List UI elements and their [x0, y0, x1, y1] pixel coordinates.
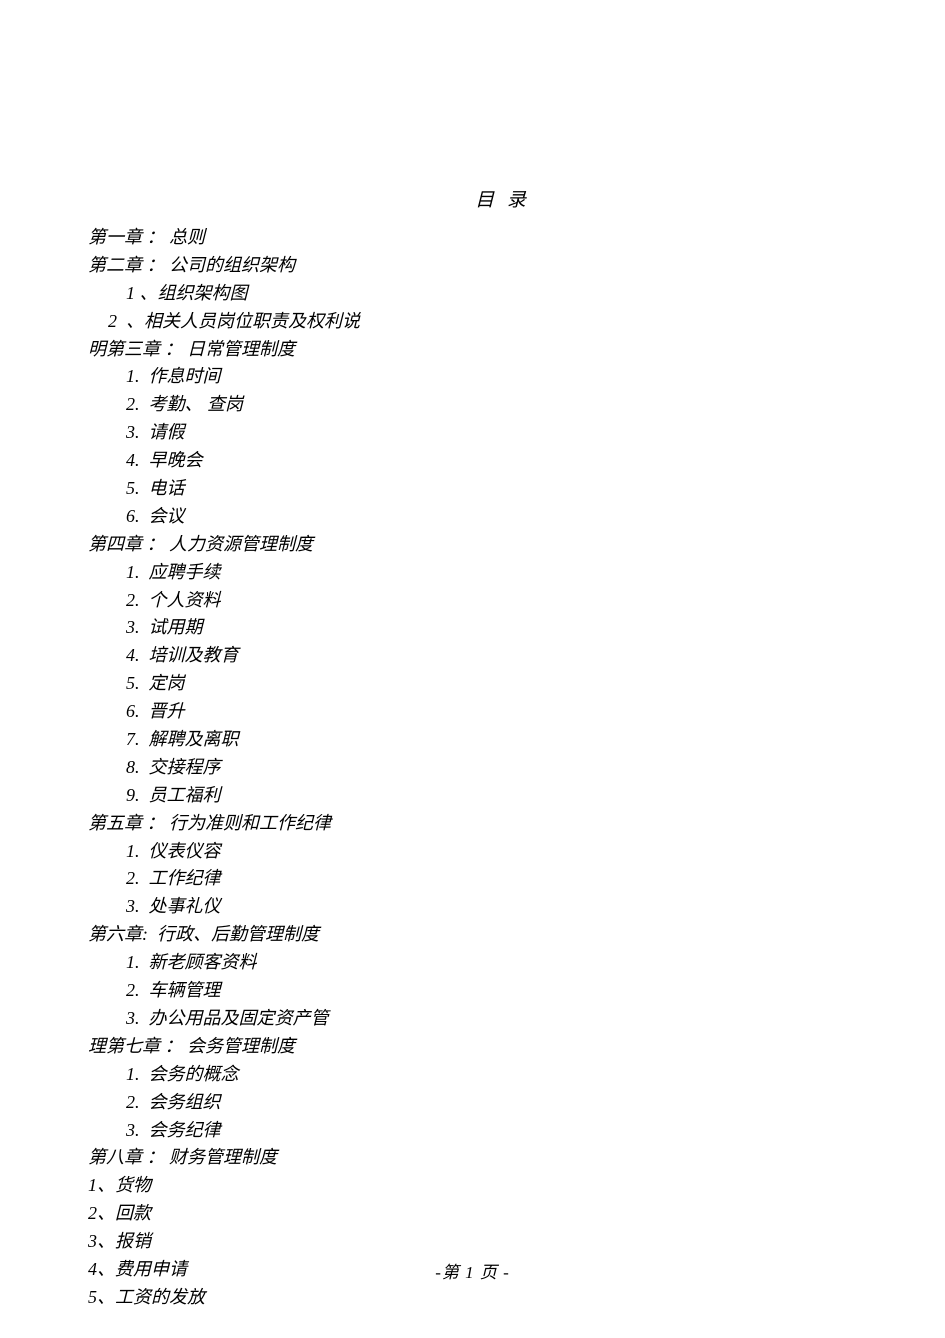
toc-line: 1. 会务的概念	[88, 1061, 945, 1089]
toc-line: 5. 定岗	[88, 670, 945, 698]
toc-line: 2. 车辆管理	[88, 977, 945, 1005]
toc-line: 4. 早晚会	[88, 447, 945, 475]
toc-line: 第八章 ： 财务管理制度	[88, 1144, 945, 1172]
toc-line: 1. 作息时间	[88, 363, 945, 391]
toc-line: 1. 应聘手续	[88, 559, 945, 587]
toc-line: 2. 工作纪律	[88, 865, 945, 893]
toc-line: 2. 个人资料	[88, 587, 945, 615]
toc-line: 4. 培训及教育	[88, 642, 945, 670]
toc-line: 第二章 ： 公司的组织架构	[88, 252, 945, 280]
toc-line: 3. 试用期	[88, 614, 945, 642]
toc-line: 1. 仪表仪容	[88, 838, 945, 866]
toc-line: 明第三章 ： 日常管理制度	[88, 336, 945, 364]
page-footer: -第 1 页 -	[0, 1258, 945, 1283]
toc-line: 3. 请假	[88, 419, 945, 447]
toc-line: 3、报销	[88, 1228, 945, 1256]
toc-line: 2. 会务组织	[88, 1089, 945, 1117]
toc-content: 第一章 ： 总则第二章 ： 公司的组织架构1 、组织架构图2 、相关人员岗位职责…	[0, 224, 945, 1312]
toc-line: 9. 员工福利	[88, 782, 945, 810]
toc-line: 第五章 ： 行为准则和工作纪律	[88, 810, 945, 838]
toc-line: 8. 交接程序	[88, 754, 945, 782]
toc-line: 第一章 ： 总则	[88, 224, 945, 252]
toc-line: 6. 会议	[88, 503, 945, 531]
toc-line: 3. 会务纪律	[88, 1117, 945, 1145]
toc-line: 5. 电话	[88, 475, 945, 503]
toc-line: 3. 办公用品及固定资产管	[88, 1005, 945, 1033]
toc-line: 第四章 ： 人力资源管理制度	[88, 531, 945, 559]
toc-line: 理第七章 ： 会务管理制度	[88, 1033, 945, 1061]
toc-line: 3. 处事礼仪	[88, 893, 945, 921]
toc-title: 目 录	[0, 185, 945, 212]
toc-line: 5、工资的发放	[88, 1284, 945, 1312]
toc-line: 1. 新老顾客资料	[88, 949, 945, 977]
toc-line: 2、回款	[88, 1200, 945, 1228]
toc-line: 1、货物	[88, 1172, 945, 1200]
toc-line: 第六章: 行政、后勤管理制度	[88, 921, 945, 949]
toc-line: 6. 晋升	[88, 698, 945, 726]
toc-line: 2 、相关人员岗位职责及权利说	[88, 308, 945, 336]
toc-line: 1 、组织架构图	[88, 280, 945, 308]
toc-line: 7. 解聘及离职	[88, 726, 945, 754]
document-page: 目 录 第一章 ： 总则第二章 ： 公司的组织架构1 、组织架构图2 、相关人员…	[0, 0, 945, 1338]
toc-line: 2. 考勤、 查岗	[88, 391, 945, 419]
